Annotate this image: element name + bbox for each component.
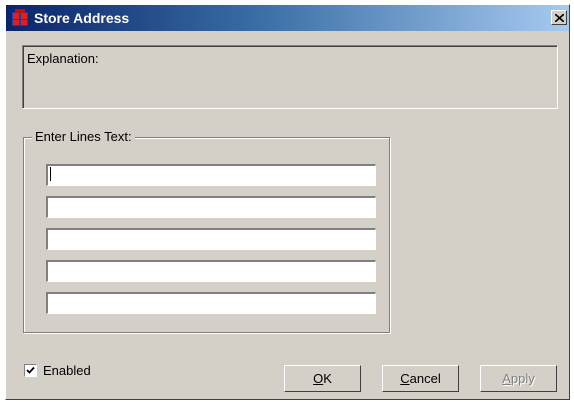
cancel-button[interactable]: Cancel <box>382 365 459 392</box>
store-address-dialog: Store Address Explanation: Enter Lines T… <box>5 4 570 400</box>
line-1-input[interactable] <box>46 164 376 186</box>
apply-mnemonic: A <box>502 371 511 386</box>
close-icon <box>554 13 564 22</box>
cancel-label-rest: ancel <box>409 371 441 386</box>
line-2-input[interactable] <box>46 196 376 218</box>
app-icon <box>12 9 28 26</box>
apply-button[interactable]: Apply <box>480 365 557 392</box>
line-4-input[interactable] <box>46 260 376 282</box>
enabled-checkbox-box[interactable] <box>24 364 37 377</box>
lines-group-label: Enter Lines Text: <box>32 129 135 144</box>
ok-button[interactable]: OK <box>284 365 361 392</box>
enabled-label: Enabled <box>43 363 91 378</box>
check-icon <box>26 366 35 374</box>
line-3-input[interactable] <box>46 228 376 250</box>
line-5-input[interactable] <box>46 292 376 314</box>
enabled-checkbox[interactable]: Enabled <box>24 363 91 378</box>
ok-label-rest: K <box>323 371 332 386</box>
apply-label-rest: pply <box>510 371 535 386</box>
ok-mnemonic: O <box>313 371 324 386</box>
explanation-label: Explanation: <box>27 51 99 66</box>
lines-groupbox: Enter Lines Text: <box>23 129 390 333</box>
explanation-box: Explanation: <box>22 45 558 109</box>
close-button[interactable] <box>551 10 567 25</box>
cancel-mnemonic: C <box>400 371 410 386</box>
title-bar[interactable]: Store Address <box>6 5 569 31</box>
window-title: Store Address <box>34 10 130 26</box>
text-caret <box>50 167 51 181</box>
